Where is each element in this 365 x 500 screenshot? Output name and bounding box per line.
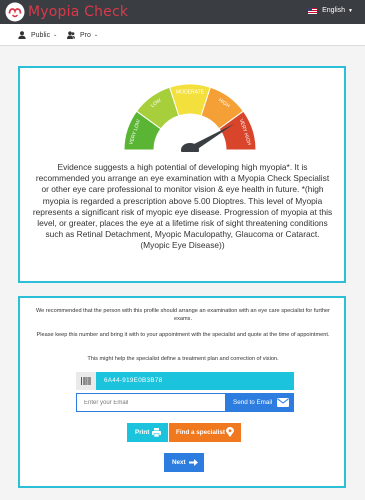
arrow-right-icon xyxy=(189,459,198,466)
email-form: Send to Email xyxy=(76,393,294,412)
envelope-icon xyxy=(277,398,289,407)
users-icon xyxy=(67,31,75,39)
brand[interactable]: Myopia Check xyxy=(5,2,128,22)
reference-code: 6A44-919E0B3B78 xyxy=(104,377,163,384)
eye-logo-icon xyxy=(5,2,25,22)
keep-number-text: Please keep this number and bring it wit… xyxy=(36,332,330,338)
printer-icon xyxy=(152,428,161,437)
menu-public-label: Public xyxy=(31,31,51,39)
email-input[interactable] xyxy=(77,394,225,411)
treatment-text: This might help the specialist define a … xyxy=(87,356,279,362)
find-specialist-button[interactable]: Find a specialist xyxy=(169,423,241,442)
next-button[interactable]: Next xyxy=(164,453,204,472)
print-label: Print xyxy=(135,429,150,436)
language-selector[interactable]: English ▼ xyxy=(308,7,353,14)
reference-code-box: 6A44-919E0B3B78 xyxy=(76,372,294,390)
menu-public[interactable]: Public ⌄ xyxy=(18,31,57,39)
send-to-email-label: Send to Email xyxy=(233,399,273,406)
chevron-down-icon: ⌄ xyxy=(93,32,99,38)
user-icon xyxy=(18,31,26,39)
risk-gauge: VERY LOWLOWMODERATEHIGHVERY HIGH xyxy=(123,83,257,152)
barcode-icon xyxy=(76,372,96,390)
chevron-down-icon: ⌄ xyxy=(53,32,58,38)
next-label: Next xyxy=(172,459,186,466)
send-to-email-button[interactable]: Send to Email xyxy=(225,394,294,411)
gauge-label: MODERATE xyxy=(176,89,205,95)
menu-pro-label: Pro xyxy=(80,31,91,39)
find-specialist-label: Find a specialist xyxy=(176,429,225,436)
brand-name: Myopia Check xyxy=(28,4,129,20)
top-navbar: Myopia Check English ▼ xyxy=(0,0,365,24)
menu-pro[interactable]: Pro ⌄ xyxy=(67,31,98,39)
recommendation-text: We recommended that the person with this… xyxy=(35,308,331,322)
chevron-down-icon: ▼ xyxy=(348,7,353,14)
sub-navbar: Public ⌄ Pro ⌄ xyxy=(0,24,365,46)
result-text: Evidence suggests a high potential of de… xyxy=(32,162,333,251)
recommendation-card: We recommended that the person with this… xyxy=(18,296,346,488)
print-button[interactable]: Print xyxy=(127,423,168,442)
result-card: VERY LOW LOW MODERATE HIGH VERY HIGH Evidenc… xyxy=(18,66,346,283)
language-label: English xyxy=(322,7,346,14)
us-flag-icon xyxy=(308,7,318,14)
map-marker-icon xyxy=(226,427,234,437)
